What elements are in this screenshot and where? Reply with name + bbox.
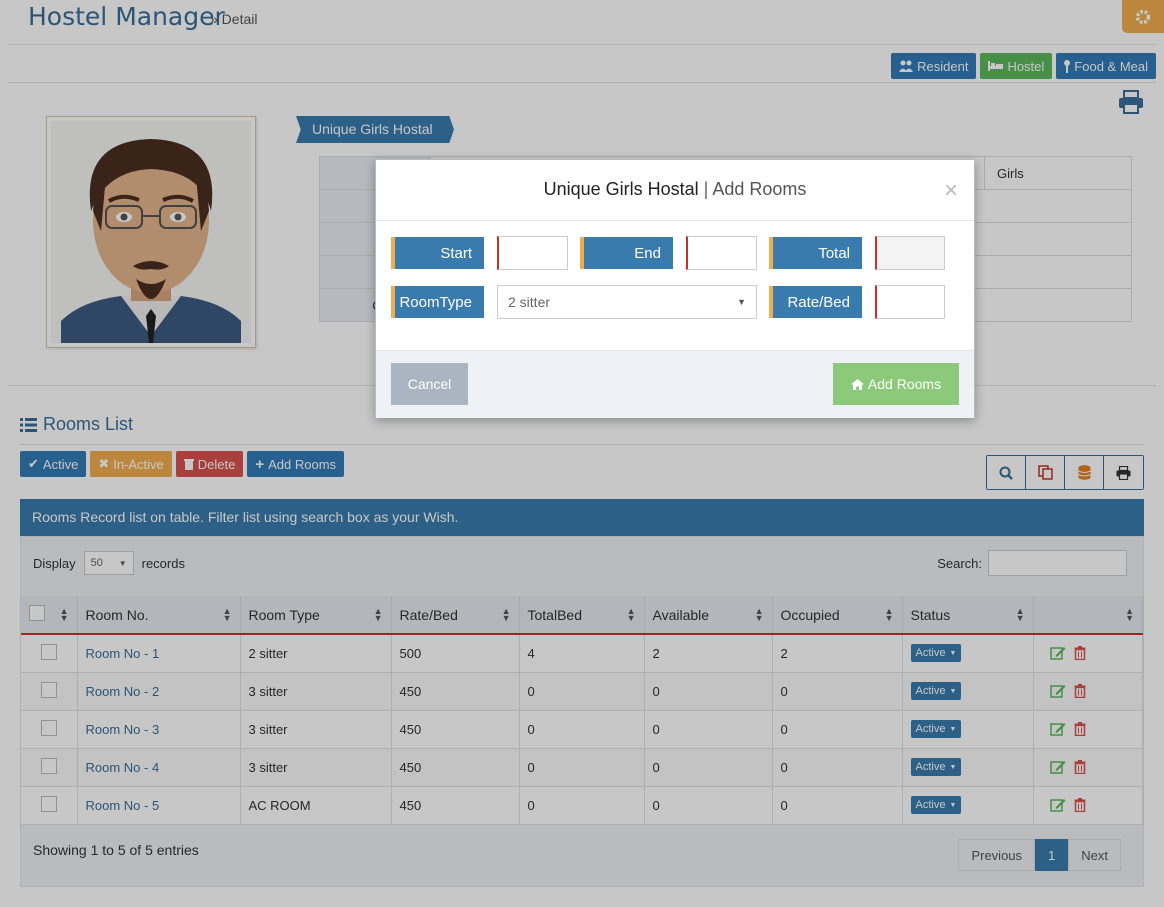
end-label: End [580,237,673,269]
cancel-button[interactable]: Cancel [391,363,468,405]
add-rooms-modal: Unique Girls Hostal | Add Rooms × Start … [375,159,975,418]
range-row: Start End Total [391,236,945,270]
rate-bed-input[interactable] [875,285,945,319]
start-input[interactable] [497,236,568,270]
type-rate-row: RoomType 2 sitter ▼ Rate/Bed [391,285,945,319]
submit-label: Add Rooms [867,376,942,392]
roomtype-value: 2 sitter [508,294,551,310]
submit-add-rooms-button[interactable]: Add Rooms [833,363,959,405]
rate-bed-label: Rate/Bed [769,286,862,318]
home-icon [850,378,864,390]
modal-header: Unique Girls Hostal | Add Rooms × [376,160,974,221]
end-input[interactable] [686,236,757,270]
roomtype-label: RoomType [391,286,484,318]
start-label: Start [391,237,484,269]
modal-footer: Cancel Add Rooms [376,350,974,418]
roomtype-select[interactable]: 2 sitter ▼ [497,285,757,319]
total-input[interactable] [875,236,945,270]
close-icon[interactable]: × [944,162,958,220]
modal-title: Unique Girls Hostal [543,179,699,199]
modal-title-separator: | [703,179,709,199]
total-label: Total [769,237,862,269]
caret-down-icon: ▼ [737,297,746,307]
modal-backdrop[interactable] [0,0,1164,907]
modal-subtitle: Add Rooms [712,179,807,199]
